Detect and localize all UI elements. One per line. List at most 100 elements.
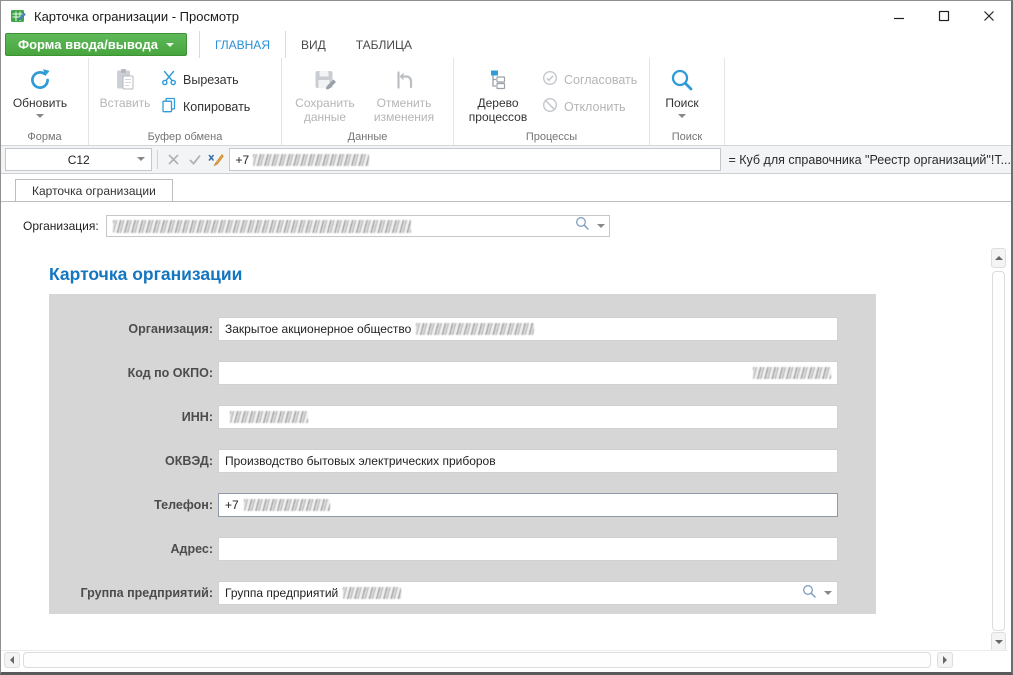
approve-button[interactable]: Согласовать [542,70,637,89]
field-row-phone: Телефон: +7 [49,493,876,517]
field-value: +7 [225,498,239,512]
scroll-up-button[interactable] [991,248,1006,268]
document-tab-label: Карточка огранизации [32,184,156,198]
formula-input[interactable]: +7 [229,148,722,171]
horizontal-scroll-thumb[interactable] [23,652,931,668]
field-value: Закрытое акционерное общество [225,322,411,336]
document-tab-org-card[interactable]: Карточка огранизации [15,179,173,201]
chevron-down-icon[interactable] [597,224,605,228]
ribbon-tab-row: Форма ввода/вывода ГЛАВНАЯ ВИД ТАБЛИЦА [1,31,1011,58]
chevron-down-icon [36,114,44,118]
ribbon-group-clipboard: Вставить Вырезать [89,58,282,145]
refresh-button[interactable]: Обновить [5,61,75,118]
triangle-right-icon [943,656,947,664]
search-button[interactable]: Поиск [654,61,710,118]
group-label-clipboard: Буфер обмена [89,131,281,143]
formula-hint: = Куб для справочника "Реестр организаци… [728,153,1011,167]
ribbon-group-search: Поиск Поиск [650,58,725,145]
ribbon-tabs: ГЛАВНАЯ ВИД ТАБЛИЦА [199,31,427,58]
save-data-button[interactable]: Сохранить данные [286,61,364,125]
lookup-search-icon[interactable] [575,216,590,236]
enterprise-group-field[interactable]: Группа предприятий [218,581,838,605]
ribbon-group-form: Обновить Форма [1,58,89,145]
organization-field[interactable]: Закрытое акционерное общество [218,317,838,341]
process-tree-icon [485,64,511,96]
scroll-down-button[interactable] [991,632,1006,652]
form-io-menu-label: Форма ввода/вывода [18,37,158,52]
group-label-form: Форма [1,131,88,143]
field-row-inn: ИНН: [49,405,876,429]
chevron-down-icon [678,114,686,118]
reject-icon [542,97,558,116]
app-window: Карточка огранизации - Просмотр Форма вв… [0,0,1013,675]
field-label-phone: Телефон: [49,498,213,512]
minimize-button[interactable] [876,1,921,31]
horizontal-scrollbar [1,650,1008,670]
redacted-text [244,499,330,511]
vertical-scrollbar [991,202,1007,653]
group-label-processes: Процессы [454,131,649,143]
field-label-organization: Организация: [49,322,213,336]
group-label-data: Данные [282,131,453,143]
undo-changes-button[interactable]: Отменить изменения [364,61,444,125]
field-label-okpo: Код по ОКПО: [49,366,213,380]
ribbon-tab-view[interactable]: ВИД [286,31,341,58]
maximize-button[interactable] [921,1,966,31]
formula-bar: C12 +7 = Куб для справочника "Реестр орг… [1,146,1011,174]
paste-button[interactable]: Вставить [93,61,157,111]
form-panel: Организация: Закрытое акционерное общест… [49,294,876,614]
app-form-icon [10,8,26,24]
cut-button[interactable]: Вырезать [161,70,250,89]
refresh-icon [27,64,53,96]
ribbon: Обновить Форма Вставить [1,58,1011,146]
form-content: Организация: Карточка организации Орга [1,202,993,653]
triangle-up-icon [995,256,1003,260]
form-io-menu-button[interactable]: Форма ввода/вывода [5,33,187,56]
scroll-right-button[interactable] [937,652,953,668]
process-tree-button[interactable]: Дерево процессов [458,61,538,125]
redacted-text [343,587,401,599]
window-title: Карточка огранизации - Просмотр [34,9,239,24]
okpo-field[interactable] [218,361,838,385]
confirm-entry-button[interactable] [184,149,205,170]
document-tab-bar: Карточка огранизации [1,174,1011,202]
redacted-text [230,411,308,423]
lookup-search-icon[interactable] [802,584,817,602]
organization-selector-label: Организация: [23,219,99,233]
form-heading: Карточка организации [49,264,242,285]
scissors-icon [161,70,177,89]
copy-icon [161,97,177,116]
ribbon-tab-table[interactable]: ТАБЛИЦА [341,31,427,58]
chevron-down-icon [166,43,174,47]
field-row-organization: Организация: Закрытое акционерное общест… [49,317,876,341]
ribbon-group-processes: Дерево процессов Согласовать [454,58,650,145]
undo-icon [391,64,417,96]
phone-field[interactable]: +7 [218,493,838,517]
address-field[interactable] [218,537,838,561]
ribbon-group-data: Сохранить данные Отменить изменения Данн… [282,58,454,145]
cell-name-box[interactable]: C12 [5,148,152,171]
cancel-entry-button[interactable] [163,149,184,170]
chevron-down-icon[interactable] [824,591,832,595]
triangle-left-icon [10,656,14,664]
field-row-okved: ОКВЭД: Производство бытовых электрически… [49,449,876,473]
copy-button[interactable]: Копировать [161,97,250,116]
field-value: Производство бытовых электрических прибо… [225,454,496,468]
organization-selector-row: Организация: [23,215,610,237]
ribbon-tab-main[interactable]: ГЛАВНАЯ [199,31,286,58]
reject-button[interactable]: Отклонить [542,97,637,116]
field-row-okpo: Код по ОКПО: [49,361,876,385]
field-label-inn: ИНН: [49,410,213,424]
field-label-okved: ОКВЭД: [49,454,213,468]
redacted-text [416,323,534,335]
field-row-enterprise-group: Группа предприятий: Группа предприятий [49,581,876,605]
edit-formula-button[interactable] [205,149,226,170]
scroll-left-button[interactable] [4,652,20,668]
close-button[interactable] [966,1,1011,31]
chevron-down-icon [137,157,145,161]
organization-selector-combo[interactable] [106,215,610,237]
vertical-scroll-thumb[interactable] [992,271,1005,631]
okved-field[interactable]: Производство бытовых электрических прибо… [218,449,838,473]
inn-field[interactable] [218,405,838,429]
redacted-text [113,220,411,233]
